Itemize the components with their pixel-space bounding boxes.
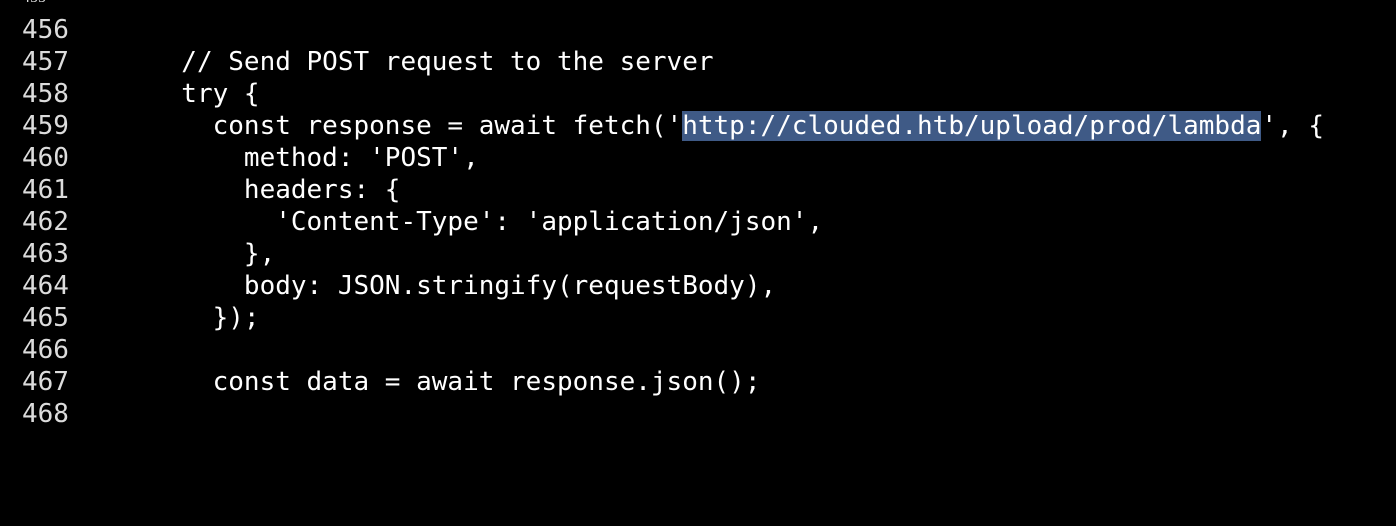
line-code[interactable]: }, (150, 238, 275, 270)
line-code[interactable]: body: JSON.stringify(requestBody), (150, 270, 776, 302)
selected-url-text[interactable]: http://clouded.htb/upload/prod/lambda (682, 111, 1262, 141)
line-code[interactable]: method: 'POST', (150, 142, 479, 174)
line-number: 456 (22, 15, 69, 45)
code-line-468[interactable]: 468 (0, 398, 1396, 430)
source-code-view[interactable]: 456 457 // Send POST request to the serv… (0, 0, 1396, 430)
line-number: 467 (22, 367, 69, 397)
code-line-466[interactable]: 466 (0, 334, 1396, 366)
line-number: 466 (22, 335, 69, 365)
line-number: 458 (22, 79, 69, 109)
line-code[interactable]: 'Content-Type': 'application/json', (150, 206, 823, 238)
code-line-457[interactable]: 457 // Send POST request to the server (0, 46, 1396, 78)
line-code[interactable]: const response = await fetch('http://clo… (150, 110, 1324, 142)
code-line-458[interactable]: 458 try { (0, 78, 1396, 110)
line-number: 459 (22, 111, 69, 141)
line-number: 468 (22, 399, 69, 429)
line-number: 461 (22, 175, 69, 205)
line-number: 460 (22, 143, 69, 173)
code-text[interactable]: ', { (1261, 111, 1324, 141)
code-line-461[interactable]: 461 headers: { (0, 174, 1396, 206)
line-code[interactable]: try { (150, 78, 259, 110)
code-line-460[interactable]: 460 method: 'POST', (0, 142, 1396, 174)
code-line-459[interactable]: 459 const response = await fetch('http:/… (0, 110, 1396, 142)
code-text[interactable]: const response = await fetch(' (150, 111, 683, 141)
line-number: 462 (22, 207, 69, 237)
code-line-464[interactable]: 464 body: JSON.stringify(requestBody), (0, 270, 1396, 302)
code-line-465[interactable]: 465 }); (0, 302, 1396, 334)
code-line-462[interactable]: 462 'Content-Type': 'application/json', (0, 206, 1396, 238)
line-number: 463 (22, 239, 69, 269)
line-code[interactable]: const data = await response.json(); (150, 366, 761, 398)
line-number: 457 (22, 47, 69, 77)
line-number: 465 (22, 303, 69, 333)
line-number: 464 (22, 271, 69, 301)
code-line-456[interactable]: 456 (0, 14, 1396, 46)
line-code[interactable]: headers: { (150, 174, 401, 206)
line-code[interactable]: }); (150, 302, 260, 334)
line-code[interactable]: // Send POST request to the server (150, 46, 713, 78)
code-line-463[interactable]: 463 }, (0, 238, 1396, 270)
code-line-467[interactable]: 467 const data = await response.json(); (0, 366, 1396, 398)
